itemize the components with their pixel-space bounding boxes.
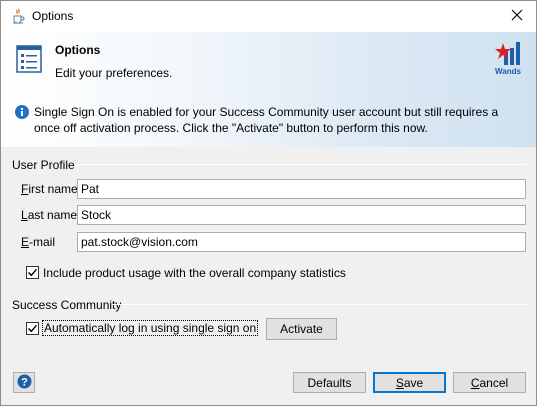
auto-login-checkbox[interactable] (26, 322, 39, 335)
preferences-list-icon (16, 45, 42, 73)
svg-text:?: ? (21, 376, 28, 388)
header-banner: Options Edit your preferences. Wands Sin… (1, 32, 536, 147)
activate-button[interactable]: Activate (266, 318, 337, 340)
info-icon (15, 105, 29, 119)
help-button[interactable]: ? (13, 372, 35, 393)
include-usage-checkbox[interactable] (26, 266, 39, 279)
close-button[interactable] (498, 1, 536, 32)
header-subtitle: Edit your preferences. (55, 66, 173, 80)
success-community-section-label: Success Community (12, 298, 122, 312)
options-dialog: Options Options Edit your preferences. W… (0, 0, 537, 406)
title-bar: Options (1, 1, 536, 32)
sso-info-message: Single Sign On is enabled for your Succe… (34, 105, 499, 135)
email-label: E-mail (21, 235, 56, 249)
checkmark-icon (28, 324, 38, 333)
checkmark-icon (28, 268, 38, 277)
logo-text: Wands (495, 67, 521, 76)
section-divider (112, 304, 526, 305)
save-button[interactable]: Save (373, 372, 446, 393)
cancel-button[interactable]: Cancel (453, 372, 526, 393)
include-usage-label[interactable]: Include product usage with the overall c… (43, 266, 346, 280)
java-cup-icon (10, 8, 26, 24)
first-name-field[interactable] (77, 179, 526, 199)
user-profile-section-label: User Profile (12, 158, 75, 172)
last-name-field[interactable] (77, 205, 526, 225)
last-name-label: Last name (21, 208, 78, 222)
window-title: Options (32, 9, 74, 23)
defaults-button[interactable]: Defaults (293, 372, 366, 393)
first-name-label: First name (21, 182, 78, 196)
help-icon: ? (17, 374, 32, 392)
section-divider (74, 164, 526, 165)
auto-login-label[interactable]: Automatically log in using single sign o… (42, 320, 259, 336)
header-title: Options (55, 43, 101, 57)
close-icon (511, 9, 523, 24)
email-field[interactable] (77, 232, 526, 252)
